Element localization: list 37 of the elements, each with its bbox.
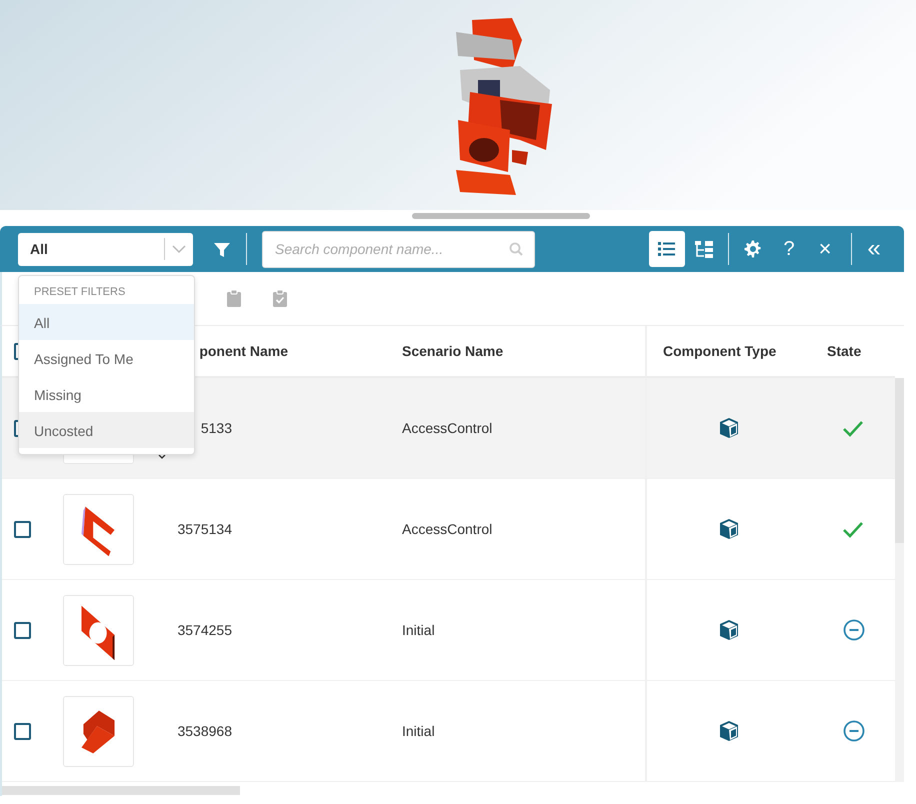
table-cell-text: 3574255 [176,622,232,638]
column-header: State [827,343,862,359]
filter-icon [213,240,231,258]
close-button[interactable]: × [807,231,843,267]
scrollbar-thumb[interactable] [2,786,240,795]
row-checkbox[interactable] [14,622,31,638]
collapse-button[interactable]: « [856,231,892,267]
row-checkbox[interactable] [14,722,31,740]
help-button[interactable]: ? [771,231,807,267]
menu-item[interactable]: Missing [19,376,194,412]
column-header: Component Type [663,343,776,359]
table-cell: Initial [402,723,435,739]
menu-item[interactable]: Uncosted [19,412,194,448]
table-cell-text: 3538968 [176,723,232,739]
resize-handle[interactable] [412,213,590,219]
tree-icon [694,240,714,258]
filter-select[interactable]: All [18,232,193,266]
clipboard-check-icon [272,289,288,308]
scrollbar-thumb[interactable] [895,378,904,543]
table-cell: AccessControl [402,521,492,537]
menu-item[interactable]: All [19,304,194,340]
table-cell: Initial [402,622,435,638]
list-icon [657,240,677,258]
row-checkbox[interactable] [14,520,31,538]
table-cell-text: 3575134 [176,521,232,537]
column-header: ponent Name [198,343,288,359]
clipboard-icon [226,289,242,308]
menu-item[interactable]: Assigned To Me [19,340,194,376]
menu-heading: PRESET FILTERS [33,285,126,300]
table-cell-text: 5133 [200,420,232,436]
settings-icon [744,240,762,258]
list-view-button[interactable] [649,231,685,267]
table-cell: AccessControl [402,420,492,436]
chevron-down-icon [172,244,186,254]
column-header: Scenario Name [402,343,504,359]
search-field[interactable]: Search component name... [262,230,535,268]
search-icon [509,242,523,256]
